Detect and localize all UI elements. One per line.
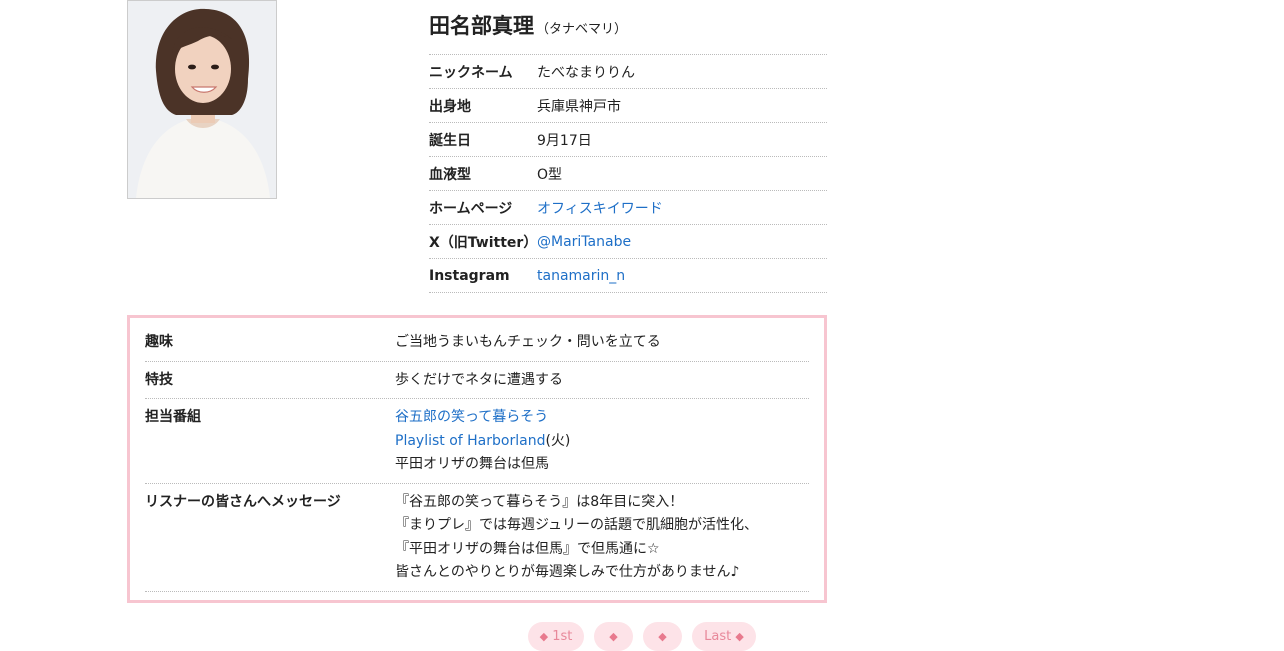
profile-photo [127,0,277,199]
last-page-label: Last [704,629,732,644]
first-page-label: 1st [552,629,573,644]
info-label: Instagram [429,267,510,284]
arrow-right-icon: ◆ [735,630,744,643]
info-row-instagram: Instagram tanamarin_n [429,259,827,293]
info-label: ホームページ [429,200,513,217]
detail-label: 趣味 [145,334,173,350]
info-label: ニックネーム [429,64,513,81]
program-link[interactable]: 谷五郎の笑って暮らそう [395,406,809,430]
arrow-left-icon: ◆ [609,630,618,643]
homepage-link[interactable]: オフィスキイワード [537,201,663,217]
last-page-button[interactable]: Last ◆ [692,622,756,651]
profile-info: 田名部真理 （タナベマリ） ニックネーム たべなまりりん 出身地 兵庫県神戸市 誕… [429,0,827,293]
arrow-right-icon: ◆ [658,630,667,643]
info-row-birthplace: 出身地 兵庫県神戸市 [429,89,827,123]
message-text: 『谷五郎の笑って暮らそう』は8年目に突入！ 『まりプレ』では毎週ジュリーの話題で… [395,491,809,585]
info-label: 誕生日 [429,132,471,149]
detail-box: 趣味 ご当地うまいもんチェック・問いを立てる 特技 歩くだけでネタに遭遇する 担… [127,315,827,603]
info-label: X（旧Twitter） [429,234,538,251]
person-name: 田名部真理 [429,14,534,38]
info-value: 9月17日 [537,132,592,149]
info-label: 血液型 [429,166,471,183]
info-row-blood-type: 血液型 O型 [429,157,827,191]
detail-label: 担当番組 [145,409,201,425]
message-line: 皆さんとのやりとりが毎週楽しみで仕方がありません♪ [395,564,740,580]
first-page-button[interactable]: ◆ 1st [528,622,584,651]
info-row-x-twitter: X（旧Twitter） @MariTanabe [429,225,827,259]
message-line: 『谷五郎の笑って暮らそう』は8年目に突入！ [395,493,684,510]
message-line: 『平田オリザの舞台は但馬』で但馬通に☆ [395,540,660,557]
program-link[interactable]: Playlist of Harborland [395,433,545,449]
info-value: たべなまりりん [537,64,635,81]
detail-value: 歩くだけでネタに遭遇する [395,371,563,388]
message-line: 『まりプレ』では毎週ジュリーの話題で肌細胞が活性化、 [395,517,759,533]
prev-page-button[interactable]: ◆ [594,622,633,651]
detail-value: ご当地うまいもんチェック・問いを立てる [395,334,661,350]
program-text: 平田オリザの舞台は但馬 [395,456,549,472]
program-list: 谷五郎の笑って暮らそう Playlist of Harborland(火) 平田… [395,406,809,477]
info-label: 出身地 [429,98,471,115]
next-page-button[interactable]: ◆ [643,622,682,651]
arrow-left-icon: ◆ [539,630,549,643]
instagram-link[interactable]: tanamarin_n [537,268,625,284]
person-name-kana: （タナベマリ） [536,22,628,37]
pager: ◆ 1st ◆ ◆ Last ◆ [528,622,756,651]
detail-label: 特技 [145,371,173,388]
detail-row-programs: 担当番組 谷五郎の笑って暮らそう Playlist of Harborland(… [145,399,809,484]
x-twitter-link[interactable]: @MariTanabe [537,234,631,250]
detail-row-skill: 特技 歩くだけでネタに遭遇する [145,362,809,399]
info-value: 兵庫県神戸市 [537,98,621,115]
info-row-nickname: ニックネーム たべなまりりん [429,55,827,89]
info-row-homepage: ホームページ オフィスキイワード [429,191,827,225]
detail-row-message: リスナーの皆さんへメッセージ 『谷五郎の笑って暮らそう』は8年目に突入！ 『まり… [145,484,809,592]
info-value: O型 [537,166,563,183]
info-row-birthday: 誕生日 9月17日 [429,123,827,157]
detail-label: リスナーの皆さんへメッセージ [145,493,341,510]
detail-row-hobby: 趣味 ご当地うまいもんチェック・問いを立てる [145,324,809,362]
name-heading: 田名部真理 （タナベマリ） [429,0,827,55]
program-day: (火) [545,432,571,449]
